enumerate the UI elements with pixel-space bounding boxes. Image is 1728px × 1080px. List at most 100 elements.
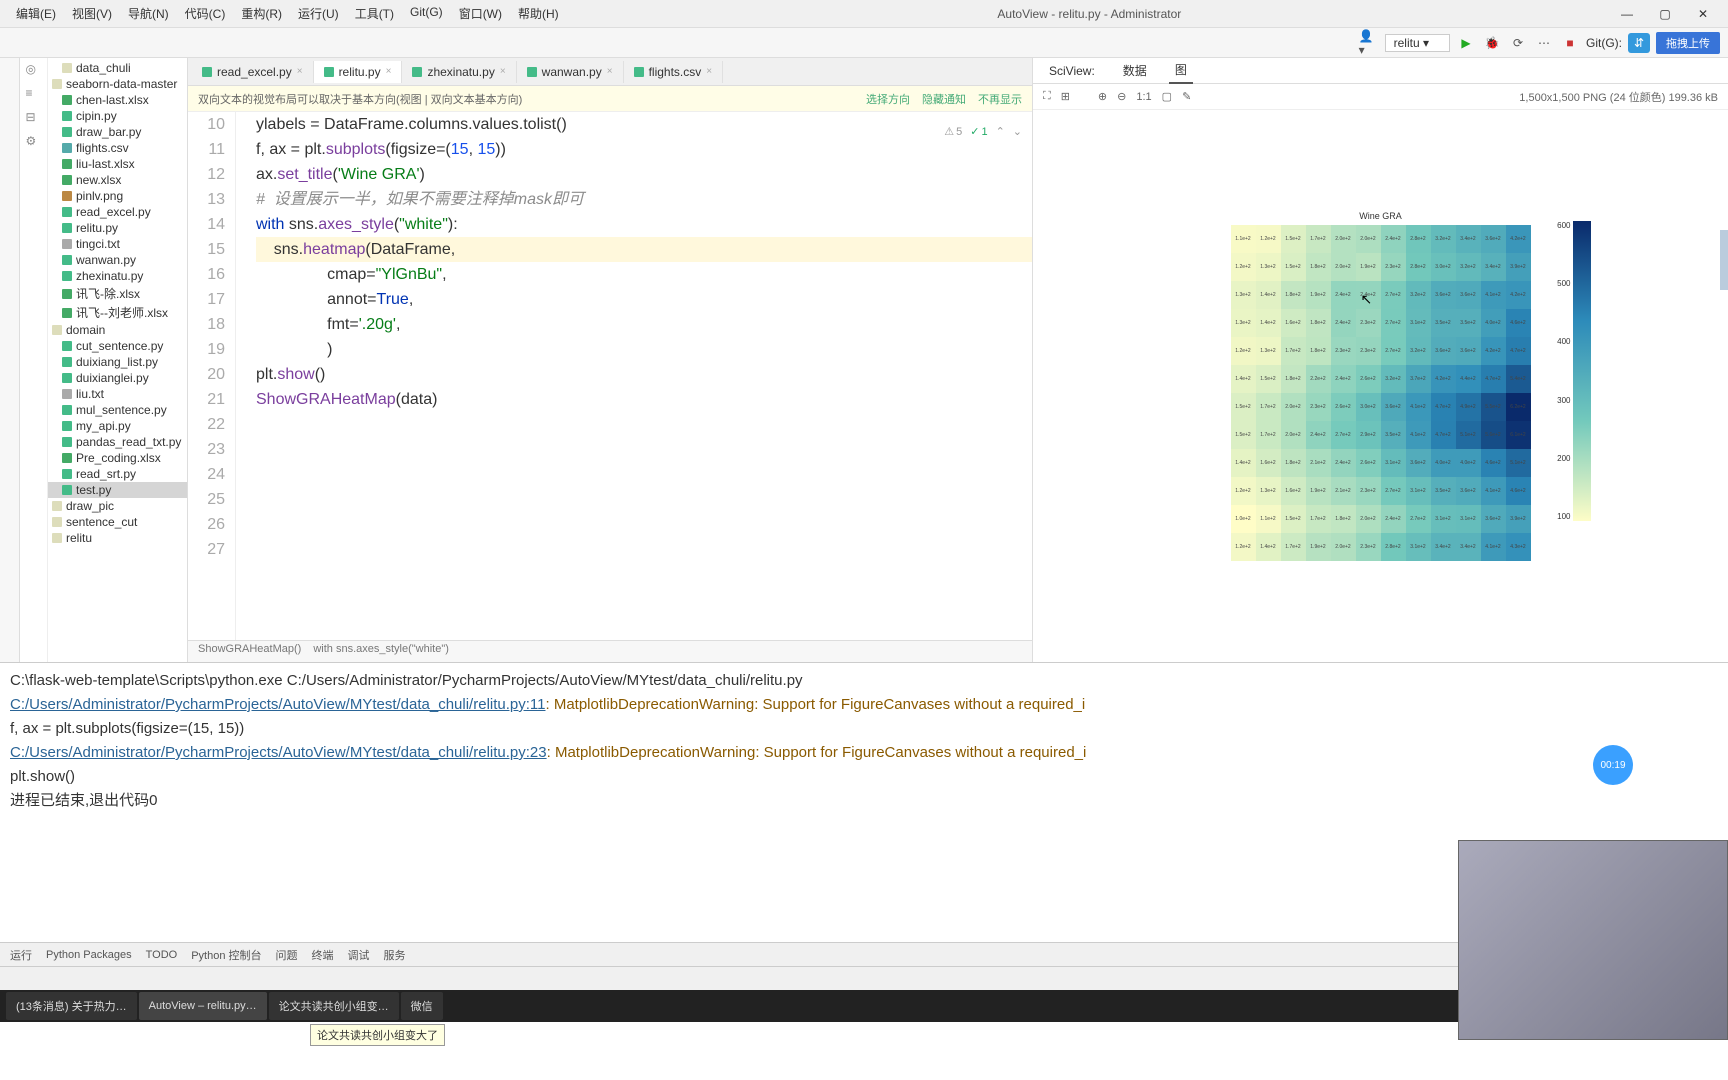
close-tab-icon[interactable]: × xyxy=(500,66,506,77)
menu-item[interactable]: 运行(U) xyxy=(290,1,347,26)
coverage-icon[interactable]: ⟳ xyxy=(1508,33,1528,53)
tree-item[interactable]: read_excel.py xyxy=(48,204,187,220)
menu-item[interactable]: 帮助(H) xyxy=(510,1,567,26)
run-icon[interactable]: ▶ xyxy=(1456,33,1476,53)
code-line[interactable]: ) xyxy=(256,337,1032,362)
tool-tab[interactable]: TODO xyxy=(146,949,178,961)
tool-tab[interactable]: 问题 xyxy=(276,947,298,963)
tree-item[interactable]: flights.csv xyxy=(48,140,187,156)
code-line[interactable]: sns.heatmap(DataFrame, xyxy=(256,237,1032,262)
expand-icon[interactable]: ≡ xyxy=(26,86,42,102)
fit-icon[interactable]: ⛶ xyxy=(1043,90,1051,103)
tree-item[interactable]: cut_sentence.py xyxy=(48,338,187,354)
up-icon[interactable]: ⌃ xyxy=(996,120,1005,145)
close-icon[interactable]: ✕ xyxy=(1688,7,1718,21)
banner-link[interactable]: 选择方向 xyxy=(866,94,910,106)
tree-item[interactable]: new.xlsx xyxy=(48,172,187,188)
tree-item[interactable]: liu-last.xlsx xyxy=(48,156,187,172)
warnings-badge[interactable]: ⚠5 xyxy=(944,120,962,145)
breadcrumb-item[interactable]: with sns.axes_style("white") xyxy=(313,643,449,660)
editor-tab[interactable]: zhexinatu.py× xyxy=(402,61,516,83)
menu-item[interactable]: 重构(R) xyxy=(233,1,290,26)
tree-item[interactable]: liu.txt xyxy=(48,386,187,402)
tree-item[interactable]: cipin.py xyxy=(48,108,187,124)
save-icon[interactable]: ▢ xyxy=(1162,90,1172,103)
tool-tab[interactable]: 运行 xyxy=(10,947,32,963)
tool-tab[interactable]: Python 控制台 xyxy=(191,947,261,963)
tree-item[interactable]: relitu xyxy=(48,530,187,546)
close-tab-icon[interactable]: × xyxy=(607,66,613,77)
plot-viewer[interactable]: Wine GRA 1.1e+21.2e+21.5e+21.7e+22.0e+22… xyxy=(1033,110,1728,662)
tree-item[interactable]: my_api.py xyxy=(48,418,187,434)
menu-item[interactable]: 窗口(W) xyxy=(451,1,510,26)
editor-tab[interactable]: flights.csv× xyxy=(624,61,724,83)
tree-item[interactable]: relitu.py xyxy=(48,220,187,236)
taskbar-item[interactable]: (13条消息) 关于热力… xyxy=(6,992,137,1020)
tree-item[interactable]: tingci.txt xyxy=(48,236,187,252)
down-icon[interactable]: ⌄ xyxy=(1013,120,1022,145)
tree-item[interactable]: draw_pic xyxy=(48,498,187,514)
ok-badge[interactable]: ✓1 xyxy=(970,120,987,145)
menu-item[interactable]: 编辑(E) xyxy=(8,1,64,26)
taskbar-item[interactable]: 微信 xyxy=(401,992,443,1020)
tree-item[interactable]: pinlv.png xyxy=(48,188,187,204)
debug-icon[interactable]: 🐞 xyxy=(1482,33,1502,53)
code-line[interactable]: cmap="YlGnBu", xyxy=(256,262,1032,287)
tree-item[interactable]: chen-last.xlsx xyxy=(48,92,187,108)
code-line[interactable]: f, ax = plt.subplots(figsize=(15, 15)) xyxy=(256,137,1032,162)
breadcrumb-item[interactable]: ShowGRAHeatMap() xyxy=(198,643,301,660)
tree-item[interactable]: sentence_cut xyxy=(48,514,187,530)
tree-item[interactable]: data_chuli xyxy=(48,60,187,76)
code-line[interactable]: with sns.axes_style("white"): xyxy=(256,212,1032,237)
grid-icon[interactable]: ⊞ xyxy=(1061,90,1070,103)
tree-item[interactable]: read_srt.py xyxy=(48,466,187,482)
banner-link[interactable]: 隐藏通知 xyxy=(922,94,966,106)
tree-item[interactable]: 讯飞-除.xlsx xyxy=(48,284,187,303)
tree-item[interactable]: draw_bar.py xyxy=(48,124,187,140)
menu-item[interactable]: Git(G) xyxy=(402,1,451,26)
editor-tab[interactable]: relitu.py× xyxy=(314,61,403,83)
tree-item[interactable]: wanwan.py xyxy=(48,252,187,268)
upload-button[interactable]: 拖拽上传 xyxy=(1656,32,1720,54)
close-tab-icon[interactable]: × xyxy=(297,66,303,77)
project-tree[interactable]: data_chuliseaborn-data-masterchen-last.x… xyxy=(48,58,188,662)
sciview-tab-plot[interactable]: 图 xyxy=(1169,57,1193,84)
tool-tab[interactable]: Python Packages xyxy=(46,949,132,961)
menu-item[interactable]: 视图(V) xyxy=(64,1,120,26)
minimize-icon[interactable]: — xyxy=(1612,7,1642,21)
tree-item[interactable]: seaborn-data-master xyxy=(48,76,187,92)
breadcrumb-bar[interactable]: ShowGRAHeatMap() with sns.axes_style("whi… xyxy=(188,640,1032,662)
color-picker-icon[interactable]: ✎ xyxy=(1182,90,1191,103)
menu-item[interactable]: 代码(C) xyxy=(177,1,234,26)
stop-icon[interactable]: ■ xyxy=(1560,33,1580,53)
recording-timer[interactable]: 00:19 xyxy=(1593,745,1633,785)
menu-item[interactable]: 导航(N) xyxy=(120,1,177,26)
tree-item[interactable]: domain xyxy=(48,322,187,338)
code-line[interactable]: plt.show() xyxy=(256,362,1032,387)
code-line[interactable]: ShowGRAHeatMap(data) xyxy=(256,387,1032,412)
code-line[interactable]: ax.set_title('Wine GRA') xyxy=(256,162,1032,187)
tree-item[interactable]: test.py xyxy=(48,482,187,498)
tree-item[interactable]: Pre_coding.xlsx xyxy=(48,450,187,466)
sciview-tab-data[interactable]: 数据 xyxy=(1117,58,1153,83)
tool-tab[interactable]: 服务 xyxy=(384,947,406,963)
settings-icon[interactable]: ⚙ xyxy=(26,134,42,150)
tool-tab[interactable]: 终端 xyxy=(312,947,334,963)
banner-link[interactable]: 不再显示 xyxy=(978,94,1022,106)
tree-item[interactable]: pandas_read_txt.py xyxy=(48,434,187,450)
tree-item[interactable]: duixianglei.py xyxy=(48,370,187,386)
editor-tab[interactable]: wanwan.py× xyxy=(517,61,624,83)
tree-item[interactable]: 讯飞--刘老师.xlsx xyxy=(48,303,187,322)
maximize-icon[interactable]: ▢ xyxy=(1650,7,1680,21)
tree-item[interactable]: zhexinatu.py xyxy=(48,268,187,284)
collapse-icon[interactable]: ⊟ xyxy=(26,110,42,126)
menu-item[interactable]: 工具(T) xyxy=(347,1,402,26)
code-line[interactable]: # 设置展示一半，如果不需要注释掉mask即可 xyxy=(256,187,1032,212)
tool-tab[interactable]: 调试 xyxy=(348,947,370,963)
code-line[interactable]: annot=True, xyxy=(256,287,1032,312)
code-line[interactable]: fmt='.20g', xyxy=(256,312,1032,337)
editor-tab[interactable]: read_excel.py× xyxy=(192,61,314,83)
zoom-in-icon[interactable]: ⊕ xyxy=(1098,90,1107,103)
close-tab-icon[interactable]: × xyxy=(706,66,712,77)
user-icon[interactable]: 👤▾ xyxy=(1359,33,1379,53)
